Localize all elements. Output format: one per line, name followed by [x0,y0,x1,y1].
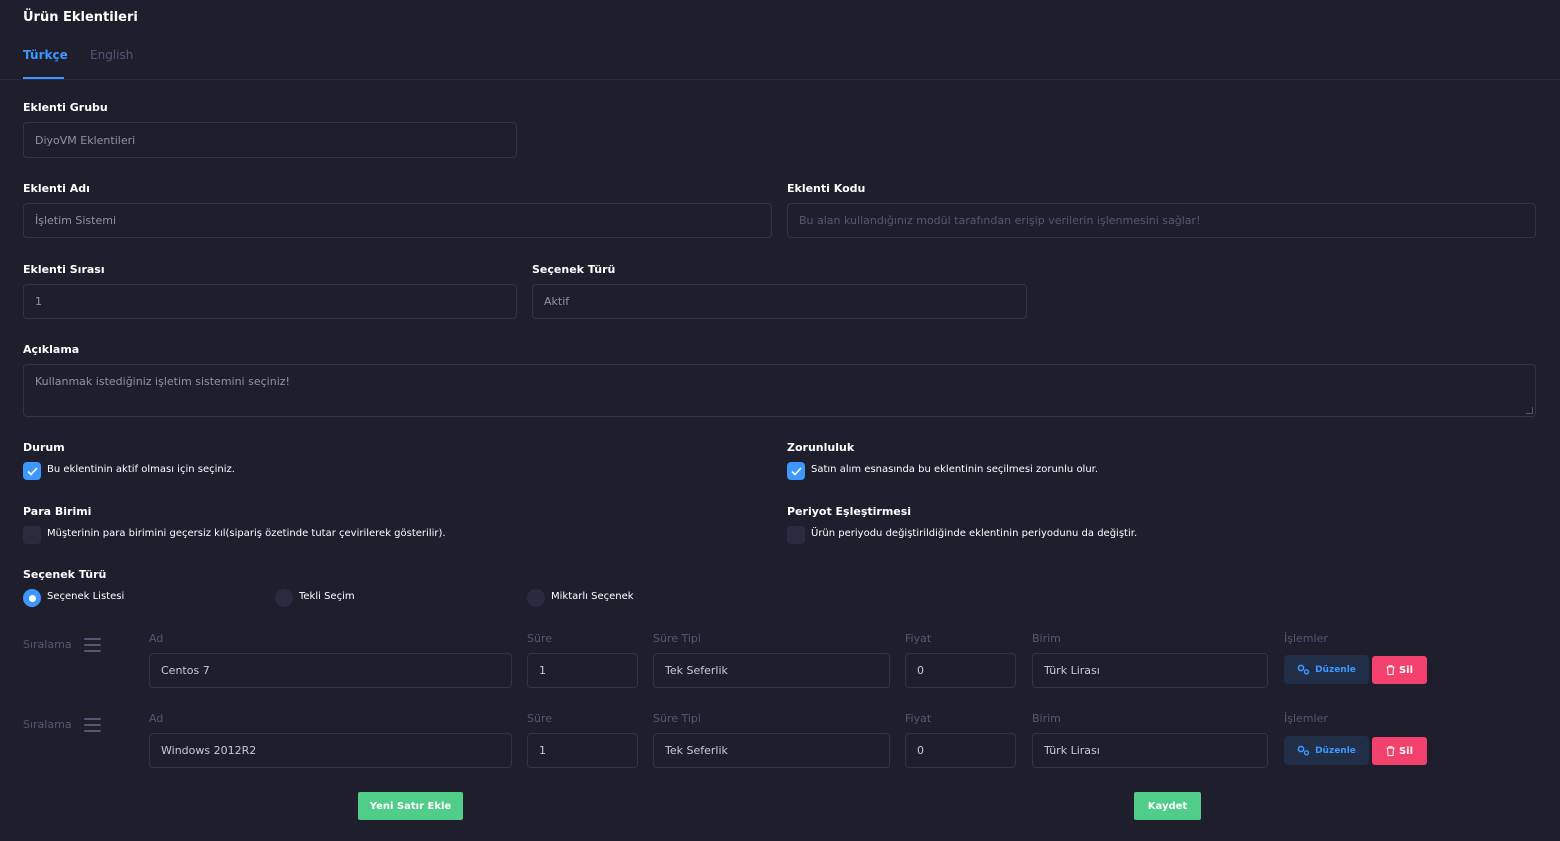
radio-quantity-option[interactable] [527,589,545,607]
col-duration-label: Süre [527,632,553,645]
drag-handle-icon[interactable] [84,638,101,652]
delete-button-label: Sil [1398,664,1414,676]
trash-icon [1386,665,1395,675]
col-unit-label: Birim [1032,632,1061,645]
radio-option-list[interactable] [23,589,41,607]
option-type-field-label: Seçenek Türü [532,263,616,276]
option-type-select[interactable]: Aktif [532,284,1027,319]
radio-single-choice[interactable] [275,589,293,607]
currency-label: Para Birimi [23,505,92,518]
period-text: Ürün periyodu değiştirildiğinde eklentin… [811,528,1138,539]
status-checkbox[interactable] [23,462,41,480]
checkmark-icon [790,466,802,476]
col-actions-label: İşlemler [1284,712,1328,725]
row-duration-type-select[interactable]: Tek Seferlik [653,733,890,768]
required-text: Satın alım esnasında bu eklentinin seçil… [811,464,1099,475]
status-label: Durum [23,441,65,454]
group-input[interactable]: DiyoVM Eklentileri [23,122,517,158]
row-name-input[interactable]: Centos 7 [149,653,512,688]
delete-button[interactable]: Sil [1372,737,1427,765]
row-unit-select[interactable]: Türk Lirası [1032,733,1268,768]
required-checkbox[interactable] [787,462,805,480]
col-actions-label: İşlemler [1284,632,1328,645]
row-duration-type-select[interactable]: Tek Seferlik [653,653,890,688]
description-text: Kullanmak istediğiniz işletim sistemini … [35,375,290,388]
name-label: Eklenti Adı [23,182,90,195]
col-unit-label: Birim [1032,712,1061,725]
tab-divider [0,79,1560,80]
radio-single-choice-label: Tekli Seçim [299,591,355,602]
row-unit-select[interactable]: Türk Lirası [1032,653,1268,688]
description-textarea[interactable]: Kullanmak istediğiniz işletim sistemini … [23,364,1536,417]
col-price-label: Fiyat [905,632,932,645]
row-price-input[interactable]: 0 [905,653,1016,688]
trash-icon [1386,746,1395,756]
checkmark-icon [26,466,38,476]
page-title: Ürün Eklentileri [23,10,138,25]
col-name-label: Ad [149,712,164,725]
delete-button-label: Sil [1398,745,1414,757]
edit-button-label: Düzenle [1315,664,1356,675]
group-label: Eklenti Grubu [23,101,108,114]
order-label: Eklenti Sırası [23,263,105,276]
code-input[interactable]: Bu alan kullandığınız modül tarafından e… [787,203,1536,238]
gears-icon [1297,745,1310,756]
gears-icon [1297,664,1310,675]
sort-label: Sıralama [23,638,72,651]
save-button[interactable]: Kaydet [1134,792,1201,820]
period-checkbox[interactable] [787,526,805,544]
name-input[interactable]: İşletim Sistemi [23,203,772,238]
row-duration-input[interactable]: 1 [527,653,638,688]
period-label: Periyot Eşleştirmesi [787,505,912,518]
required-label: Zorunluluk [787,441,855,454]
row-duration-input[interactable]: 1 [527,733,638,768]
edit-button[interactable]: Düzenle [1284,736,1369,765]
delete-button[interactable]: Sil [1372,656,1427,684]
currency-checkbox[interactable] [23,526,41,544]
status-text: Bu eklentinin aktif olması için seçiniz. [47,464,235,475]
radio-quantity-option-label: Miktarlı Seçenek [551,591,634,602]
resize-grip-icon[interactable] [1526,407,1533,414]
tab-english[interactable]: English [90,48,133,62]
col-duration-label: Süre [527,712,553,725]
col-price-label: Fiyat [905,712,932,725]
col-duration-type-label: Süre Tipi [653,632,701,645]
sort-label: Sıralama [23,718,72,731]
code-label: Eklenti Kodu [787,182,866,195]
radio-option-list-label: Seçenek Listesi [47,591,125,602]
row-name-input[interactable]: Windows 2012R2 [149,733,512,768]
description-label: Açıklama [23,343,80,356]
edit-button[interactable]: Düzenle [1284,655,1369,684]
option-type-label: Seçenek Türü [23,568,107,581]
row-price-input[interactable]: 0 [905,733,1016,768]
currency-text: Müşterinin para birimini geçersiz kıl(si… [47,528,446,539]
add-row-button[interactable]: Yeni Satır Ekle [358,792,463,820]
col-name-label: Ad [149,632,164,645]
order-input[interactable]: 1 [23,284,517,319]
col-duration-type-label: Süre Tipi [653,712,701,725]
edit-button-label: Düzenle [1315,745,1356,756]
drag-handle-icon[interactable] [84,718,101,732]
tab-turkish[interactable]: Türkçe [23,48,68,62]
